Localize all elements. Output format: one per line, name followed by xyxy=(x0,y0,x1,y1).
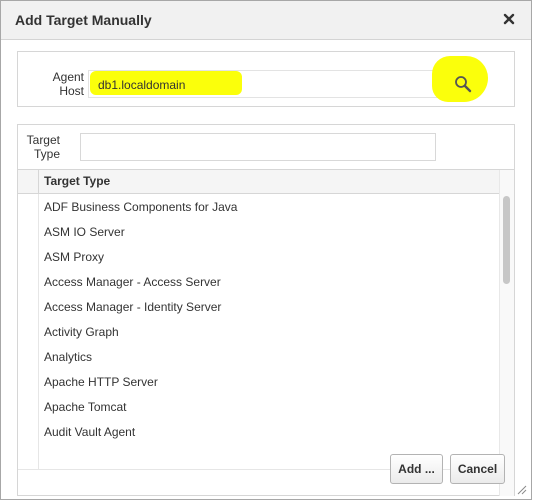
row-select-cell[interactable] xyxy=(18,219,39,244)
target-type-section: Target Type Target Type ADF Business Com… xyxy=(17,124,515,496)
target-type-name: ASM IO Server xyxy=(44,225,125,239)
table-row[interactable]: Access Manager - Access Server xyxy=(18,269,500,295)
add-target-dialog: Add Target Manually Agent Host db1.local… xyxy=(0,0,532,500)
table-row[interactable]: Audit Vault Agent xyxy=(18,419,500,445)
target-type-name: Analytics xyxy=(44,350,93,364)
search-icon[interactable] xyxy=(446,67,480,101)
table-row[interactable]: Access Manager - Identity Server xyxy=(18,294,500,320)
table-header: Target Type xyxy=(18,170,500,194)
table-row[interactable]: Analytics xyxy=(18,344,500,370)
target-type-table: Target Type ADF Business Components for … xyxy=(18,169,514,496)
table-row[interactable]: Apache Tomcat xyxy=(18,394,500,420)
row-select-cell[interactable] xyxy=(18,444,39,469)
row-select-cell[interactable] xyxy=(18,369,39,394)
select-column-header xyxy=(18,170,39,193)
target-type-name: Apache HTTP Server xyxy=(44,375,158,389)
table-row[interactable]: Activity Graph xyxy=(18,319,500,345)
resize-grip-icon[interactable] xyxy=(517,485,527,495)
target-type-label: Target Type xyxy=(26,133,60,161)
row-select-cell[interactable] xyxy=(18,419,39,444)
row-select-cell[interactable] xyxy=(18,344,39,369)
row-select-cell[interactable] xyxy=(18,394,39,419)
target-type-name: Audit Vault Agent xyxy=(44,425,136,439)
row-select-cell[interactable] xyxy=(18,244,39,269)
add-button[interactable]: Add ... xyxy=(390,454,443,484)
dialog-titlebar: Add Target Manually xyxy=(1,1,531,40)
target-type-name: ADF Business Components for Java xyxy=(44,200,238,214)
close-icon[interactable] xyxy=(501,11,517,27)
target-type-name: Access Manager - Access Server xyxy=(44,275,221,289)
table-row[interactable]: ASM IO Server xyxy=(18,219,500,245)
agent-host-label: Agent Host xyxy=(52,70,84,98)
target-type-column-header: Target Type xyxy=(44,174,111,188)
row-select-cell[interactable] xyxy=(18,269,39,294)
row-select-cell[interactable] xyxy=(18,194,39,219)
vertical-scrollbar[interactable] xyxy=(499,170,514,496)
table-row[interactable]: ADF Business Components for Java xyxy=(18,194,500,220)
target-type-name: Apache Tomcat xyxy=(44,400,127,414)
table-row[interactable]: Apache HTTP Server xyxy=(18,369,500,395)
target-type-name: Access Manager - Identity Server xyxy=(44,300,222,314)
target-type-filter-input[interactable] xyxy=(80,133,436,161)
table-row[interactable]: ASM Proxy xyxy=(18,244,500,270)
dialog-title: Add Target Manually xyxy=(15,12,152,28)
target-type-name: Activity Graph xyxy=(44,325,119,339)
target-type-name: ASM Proxy xyxy=(44,250,105,264)
cancel-button[interactable]: Cancel xyxy=(450,454,505,484)
agent-host-value: db1.localdomain xyxy=(98,78,186,92)
row-select-cell[interactable] xyxy=(18,294,39,319)
row-select-cell[interactable] xyxy=(18,319,39,344)
agent-host-section: Agent Host db1.localdomain xyxy=(17,51,515,107)
scrollbar-thumb[interactable] xyxy=(503,196,510,284)
